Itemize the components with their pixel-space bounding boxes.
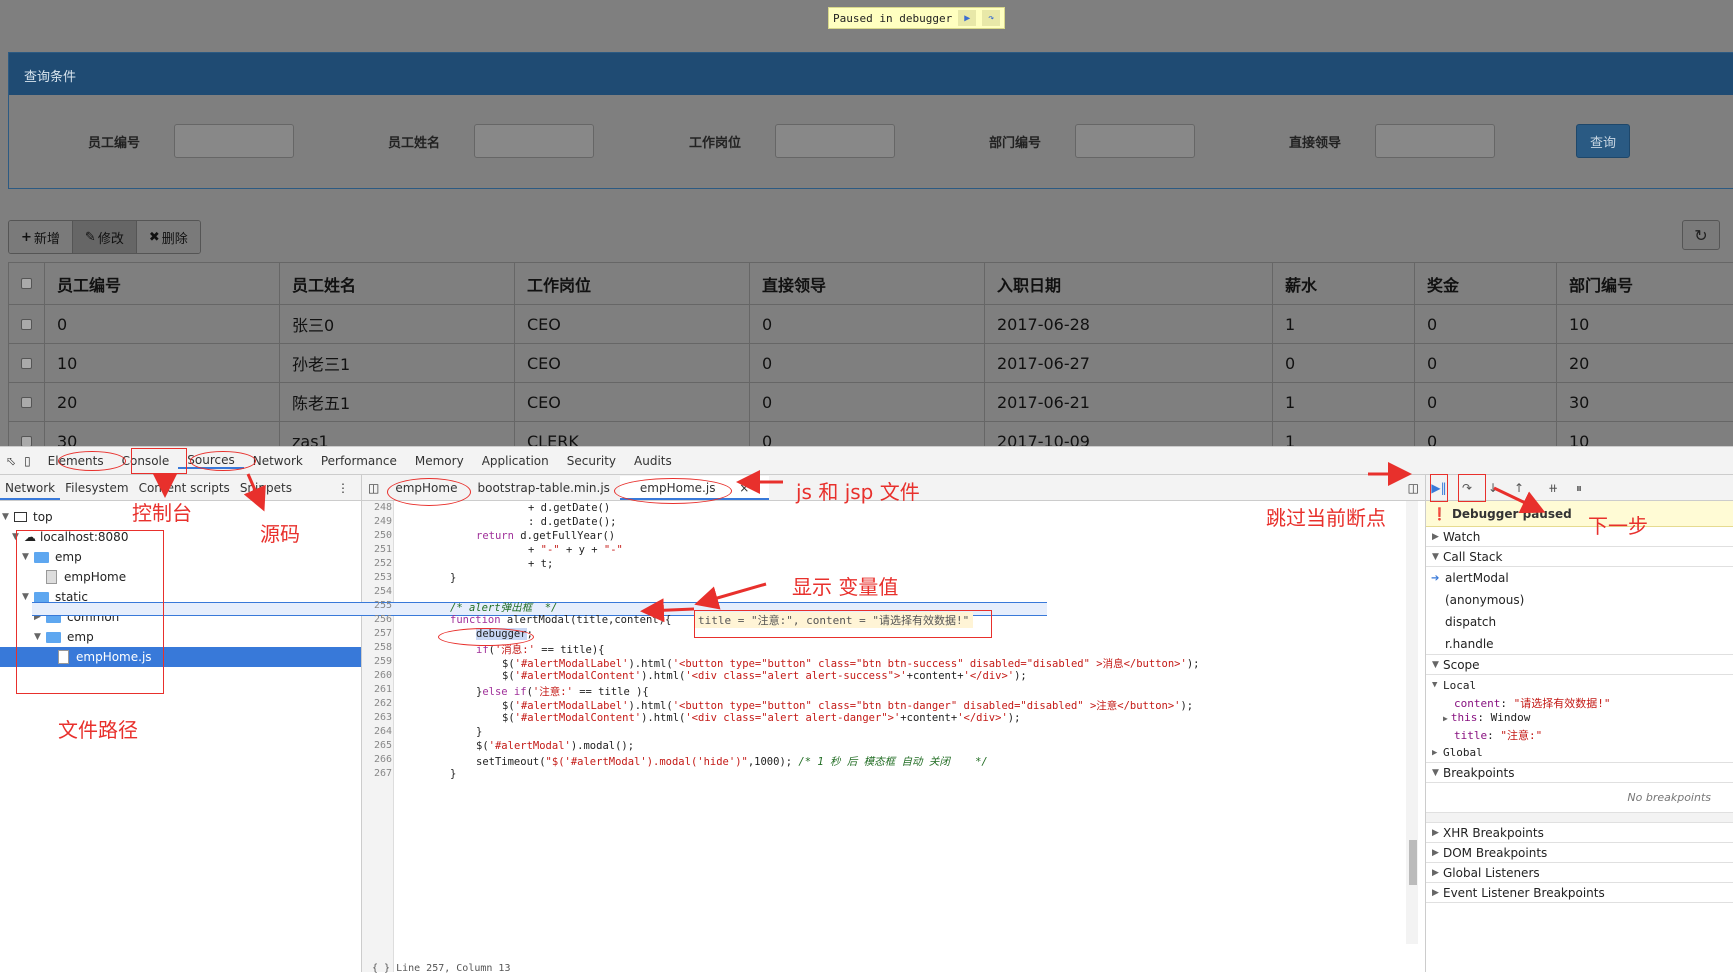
- annotation-arrows: [0, 0, 1733, 971]
